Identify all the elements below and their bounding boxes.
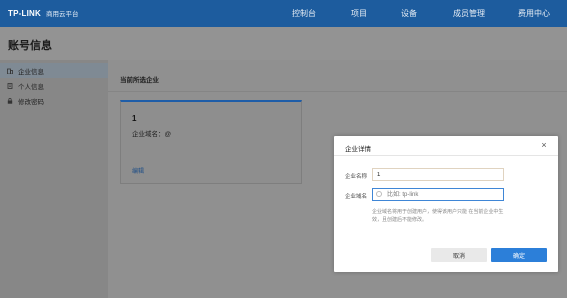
section-header: 当前所选企业 xyxy=(108,60,567,92)
cancel-button[interactable]: 取消 xyxy=(431,248,487,262)
nav-devices[interactable]: 设备 xyxy=(401,8,417,19)
sidebar-item-personal-info[interactable]: 个人信息 xyxy=(0,78,108,93)
company-domain-label: 企业域名 xyxy=(345,194,368,200)
edit-link[interactable]: 编辑 xyxy=(132,166,144,175)
company-name-input[interactable] xyxy=(372,168,504,181)
section-title: 当前所选企业 xyxy=(120,77,159,84)
dialog-title: 企业详情 xyxy=(345,146,371,153)
lock-icon xyxy=(7,97,13,104)
close-icon[interactable]: × xyxy=(539,140,549,150)
company-details-dialog: 企业详情 × 企业名称 企业域名 企业域名将用于创建用户，使得该用户只能 在当前… xyxy=(334,136,558,272)
nav-billing[interactable]: 费用中心 xyxy=(518,8,550,19)
sidebar-item-company-info[interactable]: 企业信息 xyxy=(0,63,108,78)
nav-projects[interactable]: 项目 xyxy=(351,8,367,19)
document-icon xyxy=(7,82,13,89)
company-card: 1 企业域名：@ 编辑 xyxy=(120,100,302,184)
company-name: 1 xyxy=(132,114,137,123)
page-header: 账号信息 xyxy=(0,27,567,60)
dialog-header: 企业详情 × xyxy=(334,136,558,156)
domain-hint: 企业域名将用于创建用户，使得该用户只能 在当前企业中生效，且创建后不能修改。 xyxy=(372,209,504,223)
sidebar: 企业信息 个人信息 修改密码 xyxy=(0,60,108,298)
page-title: 账号信息 xyxy=(8,40,52,52)
top-navbar: TP-LINK 商用云平台 控制台 项目 设备 成员管理 费用中心 xyxy=(0,0,567,27)
nav-console[interactable]: 控制台 xyxy=(292,8,316,19)
company-name-label: 企业名称 xyxy=(345,174,368,180)
company-domain-input[interactable] xyxy=(372,188,504,201)
sidebar-item-label: 企业信息 xyxy=(18,68,44,76)
sidebar-item-change-password[interactable]: 修改密码 xyxy=(0,93,108,108)
nav-members[interactable]: 成员管理 xyxy=(453,8,485,19)
building-icon xyxy=(7,68,13,74)
confirm-button[interactable]: 确定 xyxy=(491,248,547,262)
info-icon xyxy=(376,191,382,197)
company-domain: 企业域名：@ xyxy=(132,131,172,138)
sidebar-item-label: 个人信息 xyxy=(18,83,44,91)
main-nav: 控制台 项目 设备 成员管理 费用中心 xyxy=(0,8,567,20)
sidebar-item-label: 修改密码 xyxy=(18,98,44,106)
